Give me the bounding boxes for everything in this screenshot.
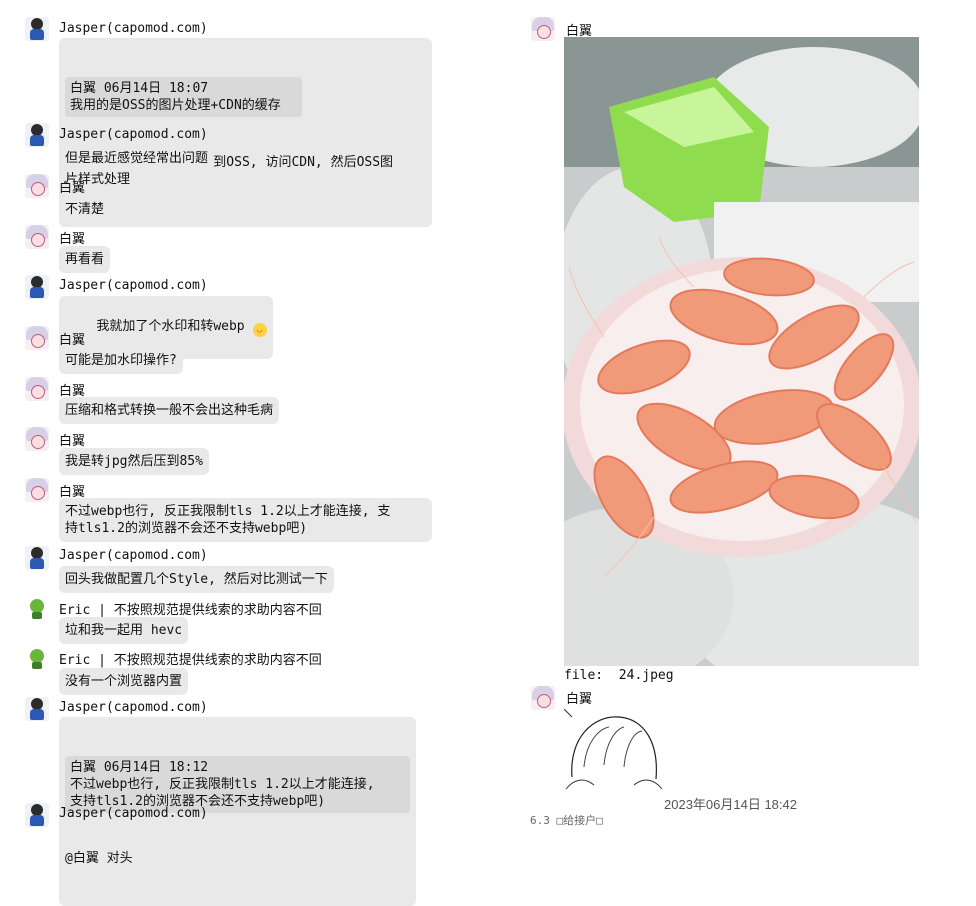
message-bubble[interactable]: 没有一个浏览器内置 (59, 668, 189, 695)
sender-name: Jasper(capomod.com) (59, 21, 208, 36)
sender-name: Jasper(capomod.com) (59, 548, 208, 563)
jasper-avatar[interactable] (25, 123, 49, 147)
message-bubble[interactable]: 回头我做配置几个Style, 然后对比测试一下 (59, 566, 334, 593)
sender-name: 白翼 (59, 434, 86, 449)
message-bubble[interactable]: 压缩和格式转换一般不会出这种毛病 (59, 397, 280, 424)
smile-emoji-icon: ◡ (252, 323, 267, 337)
jasper-avatar[interactable] (25, 803, 49, 827)
jasper-avatar[interactable] (25, 546, 49, 570)
quoted-message[interactable]: 白翼 06月14日 18:12 不过webp也行, 反正我限制tls 1.2以上… (65, 756, 410, 813)
jasper-avatar[interactable] (25, 697, 49, 721)
baiyi-avatar[interactable] (25, 377, 49, 401)
message-bubble[interactable]: 但是最近感觉经常出问题 (59, 145, 215, 172)
cut-off-text: 6.3 □给接户□ (530, 814, 603, 827)
quoted-message[interactable]: 白翼 06月14日 18:07 我用的是OSS的图片处理+CDN的缓存 (65, 77, 302, 117)
eric-avatar[interactable] (25, 597, 49, 621)
message-text: @白翼 对头 (65, 851, 133, 866)
message-bubble[interactable]: 不过webp也行, 反正我限制tls 1.2以上才能连接, 支 持tls1.2的… (59, 498, 432, 542)
baiyi-avatar[interactable] (25, 427, 49, 451)
eric-avatar[interactable] (25, 647, 49, 671)
baiyi-avatar[interactable] (25, 174, 49, 198)
message-bubble[interactable]: 可能是加水印操作? (59, 347, 183, 374)
sender-name: Jasper(capomod.com) (59, 127, 208, 142)
baiyi-avatar[interactable] (25, 478, 49, 502)
anime-sketch-sticker (563, 708, 663, 790)
baiyi-avatar[interactable] (25, 225, 49, 249)
baiyi-avatar[interactable] (531, 17, 555, 41)
message-bubble[interactable]: 垃和我一起用 hevc (59, 617, 189, 644)
sticker-image[interactable] (563, 707, 664, 792)
sender-name: 白翼 (566, 692, 593, 707)
shrimp-photo[interactable] (564, 37, 919, 666)
baiyi-avatar[interactable] (531, 686, 555, 710)
sender-name: 白翼 (59, 181, 86, 196)
sender-name: Jasper(capomod.com) (59, 700, 208, 715)
message-text: 我就加了个水印和转webp (96, 319, 245, 334)
message-bubble[interactable]: 我是转jpg然后压到85% (59, 448, 209, 475)
baiyi-avatar[interactable] (25, 326, 49, 350)
sender-name: 白翼 (59, 232, 86, 247)
timestamp: 2023年06月14日 18:42 (664, 797, 797, 812)
file-label[interactable]: file: 24.jpeg (564, 668, 674, 683)
sender-name: Eric | 不按照规范提供线索的求助内容不回 (59, 603, 322, 618)
jasper-avatar[interactable] (25, 17, 49, 41)
sender-name: Eric | 不按照规范提供线索的求助内容不回 (59, 653, 322, 668)
message-bubble[interactable]: 不清楚 (59, 196, 111, 223)
sender-name: 白翼 (59, 333, 86, 348)
message-bubble[interactable]: 再看看 (59, 246, 111, 273)
sender-name: Jasper(capomod.com) (59, 278, 208, 293)
shrimp-plate-image (564, 37, 919, 666)
jasper-avatar[interactable] (25, 275, 49, 299)
